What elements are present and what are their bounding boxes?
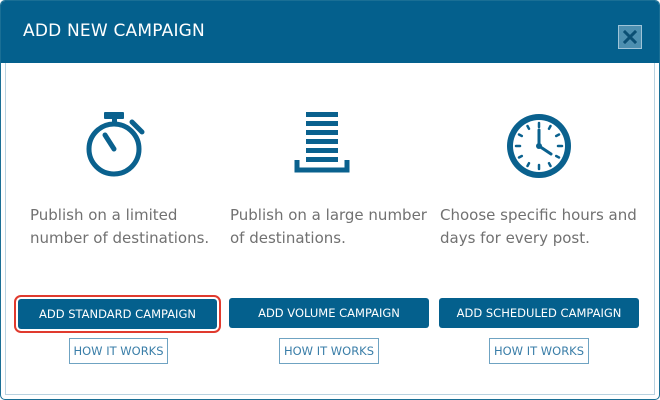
dialog-body: Publish on a limited number of destinati… [5,63,655,395]
dialog-title: ADD NEW CAMPAIGN [23,21,205,41]
add-scheduled-campaign-button[interactable]: ADD SCHEDULED CAMPAIGN [439,298,639,328]
list-stack-icon [294,112,350,173]
stopwatch-icon [86,112,145,177]
option-description: Publish on a limited number of destinati… [30,206,210,247]
close-button[interactable] [618,25,642,49]
add-volume-campaign-button[interactable]: ADD VOLUME CAMPAIGN [229,298,429,328]
add-standard-campaign-button[interactable]: ADD STANDARD CAMPAIGN [14,295,221,333]
how-it-works-scheduled-button[interactable]: HOW IT WORKS [489,338,589,364]
dialog-titlebar: ADD NEW CAMPAIGN [1,1,659,63]
close-icon [623,30,637,44]
option-description: Choose specific hours and days for every… [440,206,637,247]
how-it-works-standard-button[interactable]: HOW IT WORKS [69,338,168,364]
clock-icon [507,114,571,178]
how-it-works-volume-button[interactable]: HOW IT WORKS [279,338,379,364]
add-campaign-dialog: ADD NEW CAMPAIGN Publish on a limited nu… [0,0,660,400]
option-description: Publish on a large number of destination… [230,206,427,247]
